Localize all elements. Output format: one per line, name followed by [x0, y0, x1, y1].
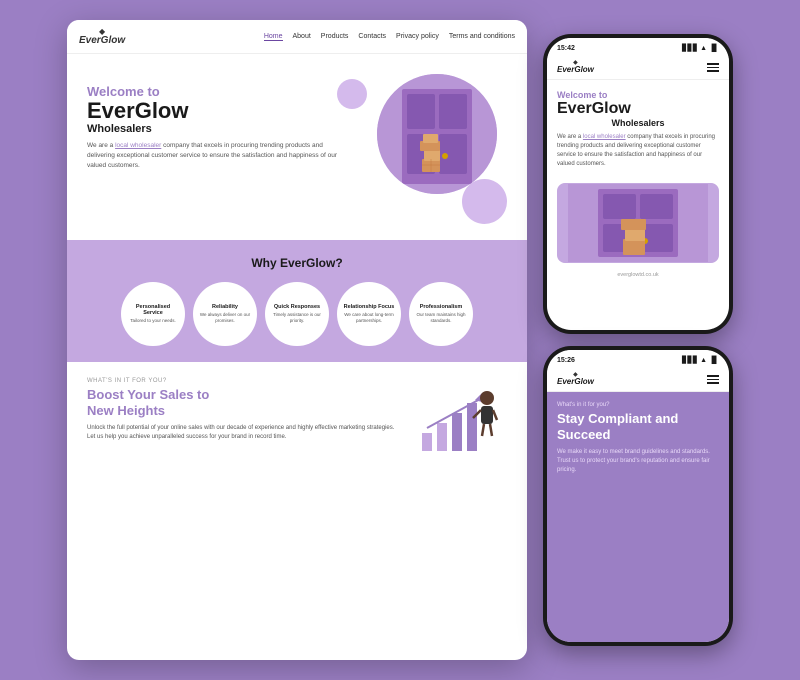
nav-contacts[interactable]: Contacts: [358, 33, 386, 41]
nav-products[interactable]: Products: [321, 33, 349, 41]
phone-1-topbar: ◆ EverGlow: [547, 56, 729, 80]
why-circle-4: Relationship Focus We care about long-te…: [337, 282, 401, 346]
why-heading: Why EverGlow?: [87, 256, 507, 270]
phone-2-heading: Stay Compliant and Succeed: [557, 411, 719, 442]
hero-text: Welcome to EverGlow Wholesalers We are a…: [87, 74, 347, 170]
nav-privacy[interactable]: Privacy policy: [396, 33, 439, 41]
hero-section: Welcome to EverGlow Wholesalers We are a…: [67, 54, 527, 240]
hero-brand-name: EverGlow: [87, 99, 347, 123]
battery-icon-2: ▐▌: [709, 357, 719, 364]
phone-door-illustration: [568, 184, 708, 262]
why-section: Why EverGlow? Personalised Service Tailo…: [67, 240, 527, 362]
why-circle-5: Professionalism Our team maintains high …: [409, 282, 473, 346]
boost-label: What's in it for you?: [87, 378, 397, 384]
hero-desc: We are a local wholesaler company that e…: [87, 141, 347, 170]
boost-illustration: [407, 378, 507, 458]
why-circle-2: Reliability We always deliver on our pro…: [193, 282, 257, 346]
desktop-nav: Home About Products Contacts Privacy pol…: [264, 33, 515, 41]
phone-screen-1: 15:42 ▊▊▊ ▲ ▐▌ ◆ EverGlow: [547, 38, 729, 330]
door-illustration: [377, 74, 497, 194]
why-circle-1-title: Personalised Service: [127, 304, 179, 316]
hero-subtitle: Wholesalers: [87, 123, 347, 135]
phone-2-status-icons: ▊▊▊ ▲ ▐▌: [682, 356, 719, 364]
desktop-topbar: ◆ EverGlow Home About Products Contacts …: [67, 20, 527, 54]
why-circle-2-desc: We always deliver on our promises.: [199, 312, 251, 324]
logo-brand-name: EverGlow: [79, 36, 125, 46]
phone-mockup-1: 15:42 ▊▊▊ ▲ ▐▌ ◆ EverGlow: [543, 34, 733, 334]
why-circle-1: Personalised Service Tailored to your ne…: [121, 282, 185, 346]
phone-2-topbar: ◆ EverGlow: [547, 368, 729, 392]
hero-circle-main: [377, 74, 497, 194]
wifi-icon: ▲: [700, 45, 707, 52]
phone-2-desc: We make it easy to meet brand guidelines…: [557, 448, 719, 475]
why-circle-3: Quick Responses Timely assistance is our…: [265, 282, 329, 346]
phone-1-desc: We are a local wholesaler company that e…: [557, 133, 719, 169]
hero-circle-small-top: [337, 79, 367, 109]
why-circle-5-desc: Our team maintains high standards.: [415, 312, 467, 324]
phone-1-brand: EverGlow: [557, 66, 594, 75]
phone-2-brand: EverGlow: [557, 378, 594, 387]
wifi-icon-2: ▲: [700, 357, 707, 364]
hero-circle-small-bottom: [462, 179, 507, 224]
boost-desc: Unlock the full potential of your online…: [87, 424, 397, 442]
boost-text: What's in it for you? Boost Your Sales t…: [87, 378, 397, 442]
phone-2-time: 15:26: [557, 357, 575, 364]
phone-mockup-2: 15:26 ▊▊▊ ▲ ▐▌ ◆ EverGlow: [543, 346, 733, 646]
phone-2-section: What's in it for you? Stay Compliant and…: [547, 392, 729, 642]
why-circle-4-desc: We care about long-term partnerships.: [343, 312, 395, 324]
phone-screen-2: 15:26 ▊▊▊ ▲ ▐▌ ◆ EverGlow: [547, 350, 729, 642]
nav-terms[interactable]: Terms and conditions: [449, 33, 515, 41]
nav-home[interactable]: Home: [264, 33, 283, 41]
phone-1-brand-name: EverGlow: [557, 100, 719, 118]
hero-desc-link[interactable]: local wholesaler: [115, 142, 161, 149]
signal-icon: ▊▊▊: [682, 44, 698, 52]
phone-1-statusbar: 15:42 ▊▊▊ ▲ ▐▌: [547, 38, 729, 56]
phone-1-status-icons: ▊▊▊ ▲ ▐▌: [682, 44, 719, 52]
why-circle-1-desc: Tailored to your needs.: [130, 318, 176, 324]
phone-1-time: 15:42: [557, 45, 575, 52]
phone-1-subtitle: Wholesalers: [557, 118, 719, 128]
phone-1-image: [557, 183, 719, 263]
boost-image: [407, 378, 507, 458]
phone-2-statusbar: 15:26 ▊▊▊ ▲ ▐▌: [547, 350, 729, 368]
nav-about[interactable]: About: [293, 33, 311, 41]
desktop-mockup: ◆ EverGlow Home About Products Contacts …: [67, 20, 527, 660]
hamburger-menu-2[interactable]: [707, 375, 719, 384]
why-circle-5-title: Professionalism: [420, 304, 463, 310]
why-circles: Personalised Service Tailored to your ne…: [87, 282, 507, 346]
battery-icon: ▐▌: [709, 45, 719, 52]
phone-1-url: everglowtd.co.uk: [547, 269, 729, 281]
phone-1-hero: Welcome to EverGlow Wholesalers We are a…: [547, 80, 729, 177]
hero-image-area: [357, 74, 507, 224]
phone-1-welcome: Welcome to: [557, 90, 719, 100]
hamburger-menu-1[interactable]: [707, 63, 719, 72]
why-circle-3-desc: Timely assistance is our priority.: [271, 312, 323, 324]
desktop-logo: ◆ EverGlow: [79, 28, 125, 46]
boost-section: What's in it for you? Boost Your Sales t…: [67, 362, 527, 474]
hero-welcome: Welcome to: [87, 84, 347, 99]
why-circle-2-title: Reliability: [212, 304, 238, 310]
phone-1-content: Welcome to EverGlow Wholesalers We are a…: [547, 80, 729, 330]
why-circle-4-title: Relationship Focus: [344, 304, 395, 310]
boost-heading: Boost Your Sales to New Heights: [87, 387, 397, 418]
phones-column: 15:42 ▊▊▊ ▲ ▐▌ ◆ EverGlow: [543, 34, 733, 646]
phone-2-label: What's in it for you?: [557, 402, 719, 408]
phone-1-desc-link[interactable]: local wholesaler: [583, 134, 626, 140]
signal-icon-2: ▊▊▊: [682, 356, 698, 364]
why-circle-3-title: Quick Responses: [274, 304, 320, 310]
phone-2-content: What's in it for you? Stay Compliant and…: [547, 392, 729, 642]
desktop-content: Welcome to EverGlow Wholesalers We are a…: [67, 54, 527, 660]
